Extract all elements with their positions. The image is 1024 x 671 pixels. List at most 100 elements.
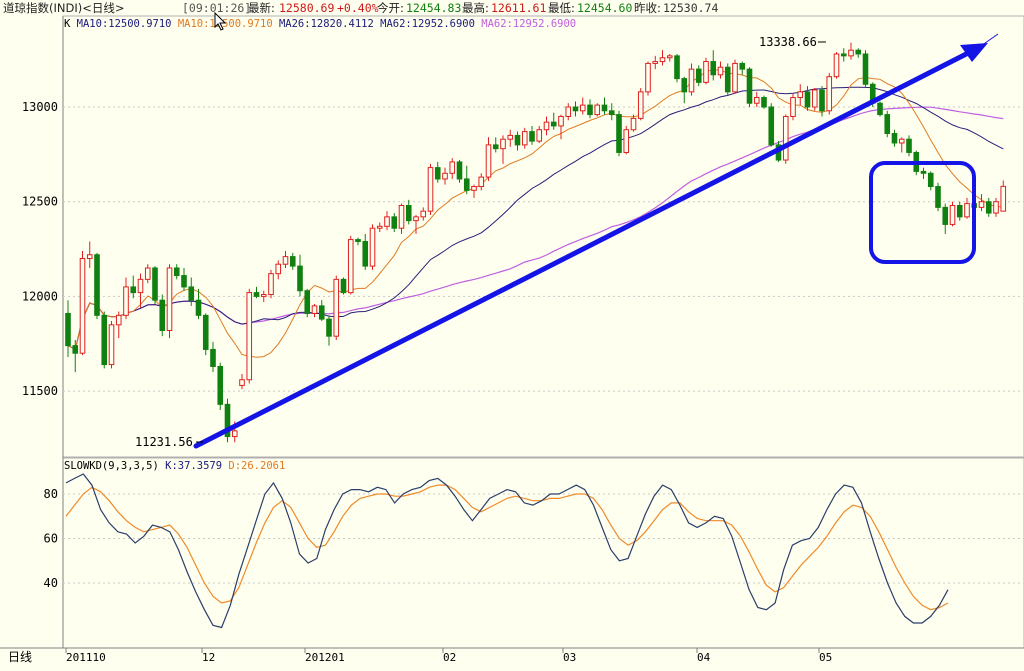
candle-body (703, 61, 709, 83)
legend-ma26: MA26:12820.4112 (278, 18, 374, 30)
candle-body (463, 178, 470, 191)
candle-body (253, 292, 260, 297)
candle-body (289, 256, 296, 267)
candle-body (536, 129, 543, 142)
candle-body (608, 110, 615, 116)
candle-body (500, 138, 506, 150)
candle-body (181, 275, 187, 288)
candle-body (927, 172, 934, 188)
candle-body (797, 91, 804, 99)
x-tick-label: 05 (819, 651, 832, 664)
candle-body (1000, 185, 1007, 212)
candle-body (507, 134, 514, 140)
candle-body (130, 286, 137, 294)
candle-body (949, 204, 956, 225)
candle-body (384, 216, 390, 227)
candle-body (898, 138, 905, 144)
candle-body (529, 131, 535, 142)
candle-body (485, 144, 492, 178)
candle-body (920, 170, 927, 174)
candle-body (86, 254, 93, 260)
candle-body (492, 144, 499, 150)
candle-body (565, 106, 572, 117)
ma62-line (67, 106, 1004, 351)
candle-body (231, 430, 238, 438)
candle-body (855, 49, 862, 55)
candle-body (935, 186, 941, 208)
candle-body (166, 267, 173, 331)
candle-body (877, 102, 883, 116)
candle-body (826, 76, 833, 112)
x-axis-ticks: 201110 12 201201 02 03 04 05 (65, 648, 832, 664)
candlestick-series (65, 42, 1007, 443)
candle-body (695, 68, 702, 83)
candle-body (123, 286, 129, 316)
candle-body (101, 314, 108, 366)
candle-body (666, 55, 673, 59)
candle-body (739, 62, 746, 70)
kd-tick-60: 60 (44, 532, 58, 546)
candle-body (637, 91, 644, 119)
kd-legend: SLOWKD(9,3,3,5) K:37.3579 D:26.2061 (64, 459, 285, 473)
candle-body (717, 66, 724, 76)
candle-body (94, 254, 100, 316)
candle-body (978, 201, 985, 208)
low-label: 11231.56 (135, 435, 193, 449)
candle-body (724, 66, 731, 93)
candle-body (333, 278, 340, 337)
kd-grid (63, 493, 1024, 584)
kd-tick-80: 80 (44, 487, 58, 501)
candle-body (862, 53, 869, 85)
legend-ma62-b: MA62:12952.6900 (481, 18, 577, 30)
candle-body (355, 239, 361, 242)
candle-body (768, 106, 775, 146)
candle-body (137, 278, 144, 294)
candle-body (376, 225, 383, 229)
x-tick-label: 12 (202, 651, 215, 664)
candle-body (405, 204, 412, 222)
x-tick-label: 02 (443, 651, 456, 664)
candle-body (297, 265, 303, 292)
candle-body (891, 133, 898, 144)
candle-body (72, 345, 79, 354)
kd-legend-d: D:26.2061 (228, 460, 286, 472)
candle-body (833, 53, 840, 78)
candle-body (65, 312, 71, 347)
candle-body (811, 89, 818, 108)
candle-body (391, 216, 398, 229)
candle-body (848, 49, 854, 57)
y-tick-11500: 11500 (22, 384, 58, 398)
candle-body (906, 138, 912, 153)
candle-body (543, 121, 550, 131)
candle-body (304, 290, 311, 314)
candle-body (246, 292, 253, 381)
candle-body (173, 267, 180, 277)
candle-body (427, 167, 434, 212)
candle-body (239, 379, 245, 386)
kd-tick-40: 40 (44, 576, 58, 590)
candle-body (884, 114, 891, 135)
candle-body (630, 117, 637, 131)
candle-body (688, 68, 695, 93)
candle-body (275, 263, 282, 275)
kd-lines (65, 473, 949, 629)
candle-body (195, 299, 202, 316)
kd-d-line (65, 484, 949, 611)
chart-svg[interactable]: 201110 12 201201 02 03 04 05 11231.56 13338.66… (0, 0, 1024, 671)
candle-body (188, 286, 195, 301)
candle-body (964, 203, 970, 218)
candle-body (753, 97, 760, 104)
candle-body (550, 121, 557, 127)
candle-body (318, 305, 325, 320)
candle-body (326, 318, 332, 337)
candle-body (985, 201, 992, 214)
candle-body (478, 176, 485, 188)
candle-body (79, 258, 86, 354)
candle-body (108, 324, 115, 366)
candle-body (311, 305, 318, 314)
candle-body (601, 104, 608, 112)
candle-body (732, 62, 738, 93)
candle-body (449, 161, 456, 174)
candle-body (558, 115, 564, 127)
candle-body (268, 273, 274, 296)
